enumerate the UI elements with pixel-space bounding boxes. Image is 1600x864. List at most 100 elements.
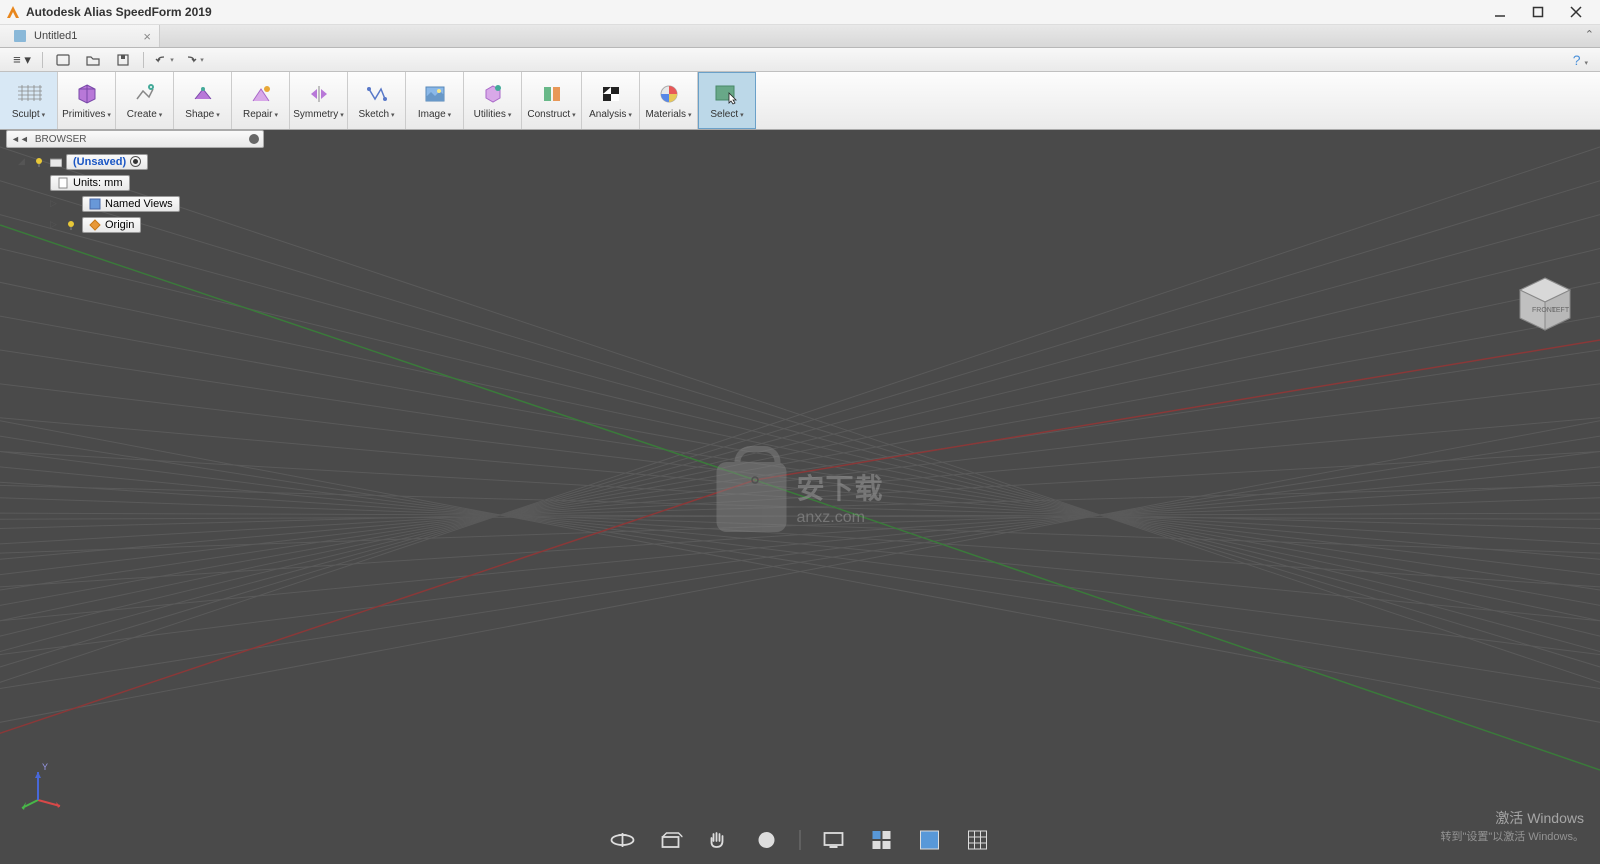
expand-icon[interactable]: ▷ — [50, 198, 60, 209]
ribbon-label: Repair — [243, 109, 278, 120]
ribbon-label: Materials — [645, 109, 691, 120]
separator — [800, 830, 801, 850]
app-logo-icon — [6, 5, 20, 19]
ribbon-utilities[interactable]: Utilities — [464, 72, 522, 129]
look-at-button[interactable] — [656, 828, 686, 852]
svg-text:Y: Y — [42, 762, 48, 772]
active-indicator-icon[interactable] — [130, 156, 141, 167]
node-label: (Unsaved) — [73, 156, 126, 168]
app-title: Autodesk Alias SpeedForm 2019 — [26, 5, 1490, 19]
browser-tree: ◢ (Unsaved) Units: mm ▷ Named Views ▷ — [6, 148, 264, 234]
activation-line1: 激活 Windows — [1441, 808, 1585, 828]
document-tab-bar: Untitled1 × ⌃ — [0, 25, 1600, 48]
window-controls — [1490, 2, 1586, 22]
browser-title: BROWSER — [35, 134, 87, 145]
ribbon-materials[interactable]: Materials — [640, 72, 698, 129]
browser-panel: ◄◄ BROWSER ◢ (Unsaved) Units: mm ▷ Named — [6, 130, 264, 236]
grid-layout-button[interactable] — [867, 828, 897, 852]
ribbon-label: Utilities — [474, 109, 512, 120]
document-icon — [14, 30, 26, 42]
ribbon-label: Create — [127, 109, 163, 120]
ribbon-symmetry[interactable]: Symmetry — [290, 72, 348, 129]
ribbon-sculpt[interactable]: Sculpt — [0, 72, 58, 129]
ribbon-label: Sculpt — [12, 109, 45, 120]
image-icon — [422, 81, 448, 107]
analysis-icon — [598, 81, 624, 107]
grid-toggle-button[interactable] — [963, 828, 993, 852]
ribbon-label: Symmetry — [293, 109, 344, 120]
expand-icon[interactable]: ▷ — [50, 219, 60, 230]
node-label: Units: mm — [73, 177, 123, 189]
materials-icon — [656, 81, 682, 107]
ribbon-label: Construct — [527, 109, 575, 120]
expand-icon[interactable]: ◢ — [18, 156, 28, 167]
navigation-toolbar — [608, 828, 993, 852]
tree-node[interactable]: Named Views — [82, 196, 180, 212]
ribbon-sketch[interactable]: Sketch — [348, 72, 406, 129]
ribbon-toolbar: Sculpt Primitives Create Shape Repair Sy… — [0, 72, 1600, 130]
maximize-button[interactable] — [1528, 2, 1548, 22]
separator — [42, 52, 43, 68]
menu-button[interactable]: ≡ ▾ — [8, 50, 36, 70]
views-icon — [89, 198, 101, 210]
sketch-icon — [364, 81, 390, 107]
ribbon-analysis[interactable]: Analysis — [582, 72, 640, 129]
save-button[interactable] — [109, 50, 137, 70]
grid-canvas — [0, 130, 1600, 864]
activation-line2: 转到"设置"以激活 Windows。 — [1441, 828, 1585, 844]
help-button[interactable]: ? ▾ — [1569, 52, 1592, 68]
quick-access-toolbar: ≡ ▾ ▾ ▾ ? ▾ — [0, 48, 1600, 72]
primitives-icon — [74, 81, 100, 107]
ribbon-primitives[interactable]: Primitives — [58, 72, 116, 129]
undo-button[interactable]: ▾ — [150, 50, 178, 70]
viewport[interactable]: 安下载 anxz.com FRONT LEFT Y — [0, 130, 1600, 864]
tree-node[interactable]: Origin — [82, 217, 141, 233]
browser-header[interactable]: ◄◄ BROWSER — [6, 130, 264, 148]
ribbon-create[interactable]: Create — [116, 72, 174, 129]
pan-button[interactable] — [704, 828, 734, 852]
ribbon-label: Select — [710, 109, 743, 120]
tab-expand-icon[interactable]: ⌃ — [1585, 28, 1594, 41]
pin-icon[interactable] — [249, 134, 259, 144]
ribbon-repair[interactable]: Repair — [232, 72, 290, 129]
tree-node[interactable]: (Unsaved) — [66, 154, 148, 170]
zoom-button[interactable] — [752, 828, 782, 852]
close-button[interactable] — [1566, 2, 1586, 22]
utilities-icon — [480, 81, 506, 107]
svg-text:LEFT: LEFT — [1552, 307, 1570, 314]
tree-named-views-row[interactable]: ▷ Named Views — [18, 194, 264, 213]
minimize-button[interactable] — [1490, 2, 1510, 22]
ribbon-label: Sketch — [358, 109, 394, 120]
construct-icon — [539, 81, 565, 107]
tab-close-icon[interactable]: × — [143, 29, 151, 44]
new-file-button[interactable] — [49, 50, 77, 70]
ribbon-label: Analysis — [589, 109, 632, 120]
windows-activation-notice: 激活 Windows 转到"设置"以激活 Windows。 — [1441, 808, 1585, 844]
ribbon-construct[interactable]: Construct — [522, 72, 582, 129]
axis-gizmo: Y — [16, 762, 66, 812]
ribbon-select[interactable]: Select — [698, 72, 756, 129]
ribbon-shape[interactable]: Shape — [174, 72, 232, 129]
document-icon — [57, 177, 69, 189]
tree-root-row[interactable]: ◢ (Unsaved) — [18, 152, 264, 171]
collapse-icon[interactable]: ◄◄ — [11, 134, 29, 144]
tree-units-row[interactable]: Units: mm — [18, 173, 264, 192]
visibility-icon[interactable] — [32, 155, 46, 169]
open-file-button[interactable] — [79, 50, 107, 70]
ribbon-label: Image — [418, 109, 451, 120]
document-tab[interactable]: Untitled1 × — [0, 25, 160, 47]
sculpt-icon — [16, 81, 42, 107]
tab-label: Untitled1 — [34, 30, 77, 42]
title-bar: Autodesk Alias SpeedForm 2019 — [0, 0, 1600, 25]
redo-button[interactable]: ▾ — [180, 50, 208, 70]
view-cube[interactable]: FRONT LEFT — [1510, 270, 1580, 340]
ribbon-label: Primitives — [62, 109, 111, 120]
orbit-button[interactable] — [608, 828, 638, 852]
node-label: Named Views — [105, 198, 173, 210]
tree-origin-row[interactable]: ▷ Origin — [18, 215, 264, 234]
single-view-button[interactable] — [915, 828, 945, 852]
visibility-icon[interactable] — [64, 218, 78, 232]
ribbon-image[interactable]: Image — [406, 72, 464, 129]
display-settings-button[interactable] — [819, 828, 849, 852]
tree-node[interactable]: Units: mm — [50, 175, 130, 191]
